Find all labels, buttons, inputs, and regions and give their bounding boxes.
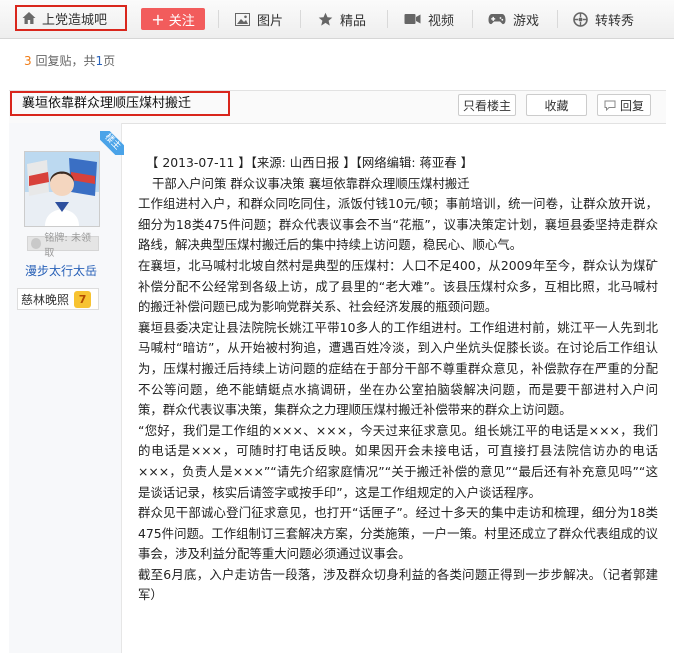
reply-button-label: 回复 bbox=[619, 98, 644, 113]
post-title: 襄垣依靠群众理顺压煤村搬迁 bbox=[10, 91, 230, 116]
avatar[interactable] bbox=[24, 151, 100, 227]
page-suffix: 页 bbox=[103, 54, 116, 68]
article-paragraph: 截至6月底，入户走访告一段落，涉及群众切身利益的各类问题正得到一步步解决。（记者… bbox=[138, 566, 658, 603]
nav-item-featured[interactable]: 精品 bbox=[318, 0, 366, 38]
article-paragraph: 襄垣县委决定让县法院院长姚江平带10多人的工作组进村。工作组进村前，姚江平一人先… bbox=[138, 319, 658, 418]
only-host-button[interactable]: 只看楼主 bbox=[458, 94, 516, 116]
top-nav: 上党造城吧 + 关注 图片 精品 视频 游戏 转转秀 bbox=[0, 0, 674, 39]
avatar-image bbox=[25, 152, 99, 226]
follow-button[interactable]: + 关注 bbox=[141, 8, 205, 30]
article-header: 【 2013-07-11 】【来源: 山西日报 】【网络编辑: 蒋亚春 】 bbox=[146, 155, 474, 170]
post-content: 【 2013-07-11 】【来源: 山西日报 】【网络编辑: 蒋亚春 】 干部… bbox=[138, 153, 658, 606]
forum-home-link[interactable]: 上党造城吧 bbox=[15, 5, 127, 31]
forum-name: 上党造城吧 bbox=[42, 12, 108, 28]
nav-divider bbox=[300, 10, 301, 28]
nav-divider bbox=[557, 10, 558, 28]
reply-label: 回复贴，共 bbox=[35, 54, 96, 68]
nav-label-featured: 精品 bbox=[340, 13, 367, 29]
nameplate-badge[interactable]: 铭牌: 未领取 bbox=[27, 233, 99, 259]
nav-divider bbox=[218, 10, 219, 28]
article-subtitle: 干部入户问策 群众议事决策 襄垣依靠群众理顺压煤村搬迁 bbox=[152, 175, 470, 191]
forum-badge-title: 慈林晚照 bbox=[21, 292, 70, 307]
nav-label-zhuanzhuan: 转转秀 bbox=[595, 13, 635, 29]
forum-level-badge[interactable]: 慈林晚照 7 bbox=[17, 288, 99, 310]
article-paragraph: “您好，我们是工作组的×××、×××，今天过来征求意见。组长姚江平的电话是×××… bbox=[138, 422, 658, 500]
gamepad-icon bbox=[488, 14, 506, 25]
image-icon bbox=[235, 12, 250, 26]
nav-item-zhuanzhuan[interactable]: 转转秀 bbox=[573, 0, 634, 38]
nameplate-label: 铭牌: 未领取 bbox=[44, 232, 91, 259]
share-wheel-icon bbox=[573, 11, 588, 27]
plus-icon: + bbox=[151, 9, 165, 29]
medal-icon bbox=[31, 238, 42, 249]
nav-label-images: 图片 bbox=[257, 13, 284, 29]
video-icon bbox=[404, 14, 421, 24]
nav-item-video[interactable]: 视频 bbox=[404, 0, 454, 38]
article-paragraph: 群众见干部诚心登门征求意见，也打开“话匣子”。经过十多天的集中走访和梳理，细分为… bbox=[138, 505, 658, 562]
star-icon bbox=[318, 12, 333, 26]
host-ribbon-label: 楼主 bbox=[100, 131, 124, 155]
author-username[interactable]: 漫步太行太岳 bbox=[25, 262, 97, 279]
favorite-button[interactable]: 收藏 bbox=[526, 94, 587, 116]
nav-divider bbox=[387, 10, 388, 28]
home-icon bbox=[22, 12, 36, 24]
nav-label-games: 游戏 bbox=[513, 13, 540, 29]
article-paragraph: 工作组进村入户，和群众同吃同住，派饭付钱10元/顿；事前培训，统一问卷，让群众放… bbox=[138, 196, 658, 253]
comment-icon bbox=[604, 100, 616, 111]
article-paragraph: 在襄垣，北马喊村北坡自然村是典型的压煤村：人口不足400，从2009年至今，群众… bbox=[138, 257, 658, 315]
nav-item-images[interactable]: 图片 bbox=[235, 0, 283, 38]
reply-count: 3 bbox=[24, 54, 32, 68]
reply-button[interactable]: 回复 bbox=[597, 94, 651, 116]
host-ribbon: 楼主 bbox=[100, 131, 124, 155]
reply-summary: 3 回复贴，共1页 bbox=[24, 52, 115, 69]
level-number: 7 bbox=[74, 290, 92, 308]
nav-divider bbox=[472, 10, 473, 28]
nav-item-games[interactable]: 游戏 bbox=[488, 0, 539, 38]
page-count[interactable]: 1 bbox=[95, 54, 103, 68]
follow-label: 关注 bbox=[168, 13, 195, 29]
nav-label-video: 视频 bbox=[428, 13, 455, 29]
